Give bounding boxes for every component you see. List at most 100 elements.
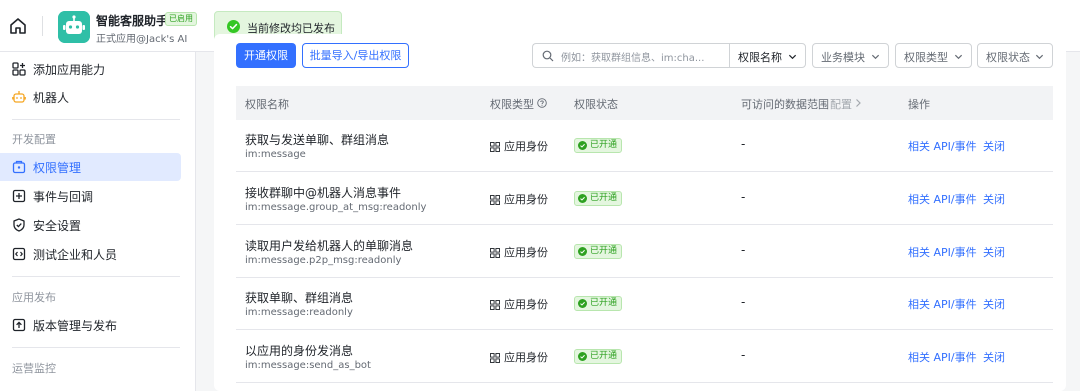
data-scope: - [741,348,746,362]
permission-type: 应用身份 [504,140,548,153]
filter-permission-type[interactable]: 权限类型 [895,43,972,68]
close-permission-link[interactable]: 关闭 [983,191,1005,207]
filter-label: 权限状态 [986,51,1030,64]
related-api-link[interactable]: 相关 API/事件 [908,191,977,207]
sidebar-item-version[interactable]: 版本管理与发布 [0,311,181,339]
sidebar-divider [12,276,180,277]
check-circle-icon [578,352,587,361]
scope-config-link[interactable]: 配置 [830,96,852,112]
permission-type: 应用身份 [504,298,548,311]
status-badge: 已开通 [574,349,623,364]
chevron-right-icon [856,99,861,107]
search-icon [542,50,554,62]
help-icon[interactable] [537,98,547,108]
sidebar-group-release: 应用发布 [12,291,56,304]
table-row: 读取用户发给机器人的单聊消息 im:message.p2p_msg:readon… [236,226,1053,278]
related-api-link[interactable]: 相关 API/事件 [908,296,977,312]
home-icon[interactable] [8,16,28,36]
column-header-actions: 操作 [908,98,930,111]
sidebar-item-events[interactable]: 事件与回调 [0,182,181,210]
permission-type: 应用身份 [504,246,548,259]
chevron-down-icon [871,54,880,60]
permission-name: 接收群聊中@机器人消息事件 [245,186,402,200]
sidebar-item-label: 权限管理 [33,161,82,175]
table-row: 以应用的身份发消息 im:message:send_as_bot 应用身份 已开… [236,331,1053,383]
grid-icon [490,300,500,310]
permission-code: im:message:readonly [245,307,353,318]
column-header-scope: 可访问的数据范围 [741,98,829,111]
close-permission-link[interactable]: 关闭 [983,296,1005,312]
table-row: 获取与发送单聊、群组消息 im:message 应用身份 已开通 - 相关 AP… [236,120,1053,172]
permission-search-input[interactable]: 例如：获取群组信息、im:cha... [532,43,729,68]
status-badge: 已开通 [574,296,623,311]
sidebar-item-label: 添加应用能力 [33,63,106,77]
code-icon [12,247,26,261]
permission-type: 应用身份 [504,351,548,364]
check-circle-icon [578,141,587,150]
permission-icon [12,160,26,174]
sidebar-item-label: 事件与回调 [33,190,94,204]
sidebar-group-ops: 运营监控 [12,362,56,375]
status-text: 已开通 [590,193,618,203]
bulk-import-export-button[interactable]: 批量导入/导出权限 [302,43,409,68]
sidebar-item-label: 机器人 [33,91,70,105]
search-placeholder: 例如：获取群组信息、im:cha... [561,53,705,64]
filter-label: 业务模块 [821,51,865,64]
filter-label: 权限名称 [738,51,782,64]
column-header-status: 权限状态 [574,98,618,111]
permission-name: 以应用的身份发消息 [245,344,354,358]
search-field-select[interactable]: 权限名称 [729,43,806,68]
status-text: 已开通 [590,140,618,150]
add-capability-icon [12,62,26,76]
sidebar-item-robot[interactable]: 机器人 [0,83,181,111]
permission-type: 应用身份 [504,193,548,206]
close-permission-link[interactable]: 关闭 [983,244,1005,260]
filter-business-module[interactable]: 业务模块 [812,43,889,68]
sidebar: 添加应用能力 机器人 开发配置 权限管理 事件与回调 安全设置 测试企业和人员 … [0,52,196,391]
sidebar-item-security[interactable]: 安全设置 [0,211,181,239]
data-scope: - [741,190,746,204]
permission-code: im:message:send_as_bot [245,360,371,371]
app-status-badge: 已启用 [165,12,197,26]
close-permission-link[interactable]: 关闭 [983,138,1005,154]
sidebar-item-add-capability[interactable]: 添加应用能力 [0,55,181,83]
check-circle-icon [578,194,587,203]
related-api-link[interactable]: 相关 API/事件 [908,349,977,365]
enable-permission-button[interactable]: 开通权限 [236,43,296,68]
grid-icon [490,142,500,152]
data-scope: - [741,137,746,151]
column-header-name: 权限名称 [245,98,289,111]
status-badge: 已开通 [574,138,623,153]
permission-code: im:message.group_at_msg:readonly [245,202,427,213]
close-permission-link[interactable]: 关闭 [983,349,1005,365]
divider [42,16,43,36]
sidebar-item-permissions[interactable]: 权限管理 [0,153,181,181]
app-subtitle: 正式应用@Jack's AI [96,34,188,45]
table-header: 权限名称 权限类型 权限状态 可访问的数据范围 配置 操作 [236,86,1053,120]
sidebar-group-dev: 开发配置 [12,133,56,146]
filter-label: 权限类型 [904,51,948,64]
shield-icon [13,218,25,232]
chevron-down-icon [788,54,797,60]
grid-icon [490,248,500,258]
related-api-link[interactable]: 相关 API/事件 [908,244,977,260]
chevron-down-icon [1035,54,1044,60]
grid-icon [490,195,500,205]
chevron-down-icon [954,54,963,60]
status-badge: 已开通 [574,244,623,259]
event-icon [12,189,26,203]
check-circle-icon [578,247,587,256]
filter-permission-status[interactable]: 权限状态 [977,43,1053,68]
related-api-link[interactable]: 相关 API/事件 [908,138,977,154]
permission-name: 读取用户发给机器人的单聊消息 [245,239,414,253]
check-circle-icon [578,299,587,308]
sidebar-divider [12,347,180,348]
column-header-type: 权限类型 [490,98,534,111]
sidebar-item-label: 安全设置 [33,219,82,233]
permission-code: im:message.p2p_msg:readonly [245,255,402,266]
success-check-icon [227,20,240,33]
upload-icon [12,318,26,332]
status-badge: 已开通 [574,191,623,206]
sidebar-item-label: 版本管理与发布 [33,319,118,333]
sidebar-item-test-org[interactable]: 测试企业和人员 [0,240,181,268]
